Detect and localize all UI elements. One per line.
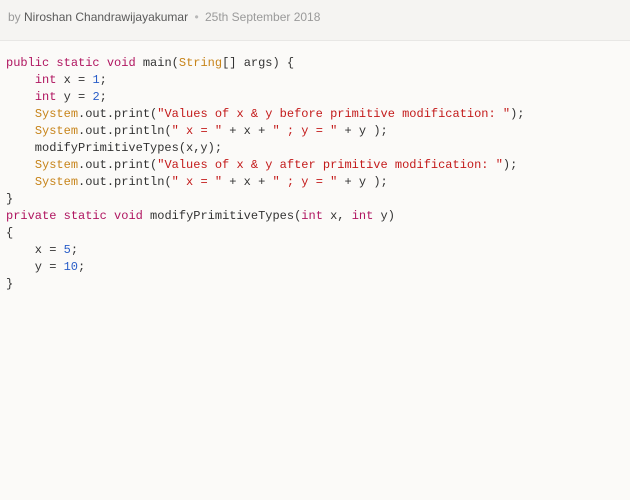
str-before: "Values of x & y before primitive modifi…	[157, 107, 510, 121]
concat: + x +	[222, 124, 272, 138]
kw-static: static	[64, 209, 107, 223]
brace-close: }	[6, 277, 13, 291]
semi: ;	[71, 243, 78, 257]
num-2: 2	[92, 90, 99, 104]
indent	[6, 124, 35, 138]
type-string: String	[179, 56, 222, 70]
num-5: 5	[64, 243, 71, 257]
semi: ;	[100, 90, 107, 104]
kw-private: private	[6, 209, 56, 223]
assign-y: y =	[6, 260, 64, 274]
byline-header: by Niroshan Chandrawijayakumar • 25th Se…	[0, 0, 630, 41]
indent	[6, 107, 35, 121]
var-y-decl: y =	[56, 90, 92, 104]
str-y-eq: " ; y = "	[273, 124, 338, 138]
call-end: );	[510, 107, 524, 121]
indent	[6, 90, 35, 104]
param-x: x,	[323, 209, 352, 223]
str-x-eq: " x = "	[172, 124, 222, 138]
code-block: public static void main(String[] args) {…	[0, 41, 630, 307]
brace-close: }	[6, 192, 13, 206]
call-print: .out.print(	[78, 107, 157, 121]
kw-public: public	[6, 56, 49, 70]
type-system: System	[35, 175, 78, 189]
assign-x: x =	[6, 243, 64, 257]
indent	[6, 175, 35, 189]
indent	[6, 73, 35, 87]
type-system: System	[35, 107, 78, 121]
author-name: Niroshan Chandrawijayakumar	[24, 10, 188, 24]
sig-rest: [] args) {	[222, 56, 294, 70]
num-1: 1	[92, 73, 99, 87]
call-println: .out.println(	[78, 175, 172, 189]
num-10: 10	[64, 260, 78, 274]
publish-date: 25th September 2018	[205, 10, 320, 24]
kw-void: void	[114, 209, 143, 223]
call-modify: modifyPrimitiveTypes(x,y);	[6, 141, 222, 155]
kw-int: int	[301, 209, 323, 223]
kw-int: int	[352, 209, 374, 223]
param-y: y)	[373, 209, 395, 223]
semi: ;	[100, 73, 107, 87]
call-print: .out.print(	[78, 158, 157, 172]
type-system: System	[35, 124, 78, 138]
fn-modify: modifyPrimitiveTypes(	[143, 209, 301, 223]
concat-end: + y );	[337, 124, 387, 138]
str-y-eq: " ; y = "	[273, 175, 338, 189]
kw-int: int	[35, 73, 57, 87]
concat-end: + y );	[337, 175, 387, 189]
kw-static: static	[56, 56, 99, 70]
str-after: "Values of x & y after primitive modific…	[157, 158, 503, 172]
fn-main: main(	[136, 56, 179, 70]
semi: ;	[78, 260, 85, 274]
call-println: .out.println(	[78, 124, 172, 138]
type-system: System	[35, 158, 78, 172]
kw-void: void	[107, 56, 136, 70]
var-x-decl: x =	[56, 73, 92, 87]
concat: + x +	[222, 175, 272, 189]
bullet-separator: •	[194, 10, 198, 24]
by-prefix: by	[8, 10, 24, 24]
str-x-eq: " x = "	[172, 175, 222, 189]
brace-open: {	[6, 226, 13, 240]
kw-int: int	[35, 90, 57, 104]
call-end: );	[503, 158, 517, 172]
indent	[6, 158, 35, 172]
